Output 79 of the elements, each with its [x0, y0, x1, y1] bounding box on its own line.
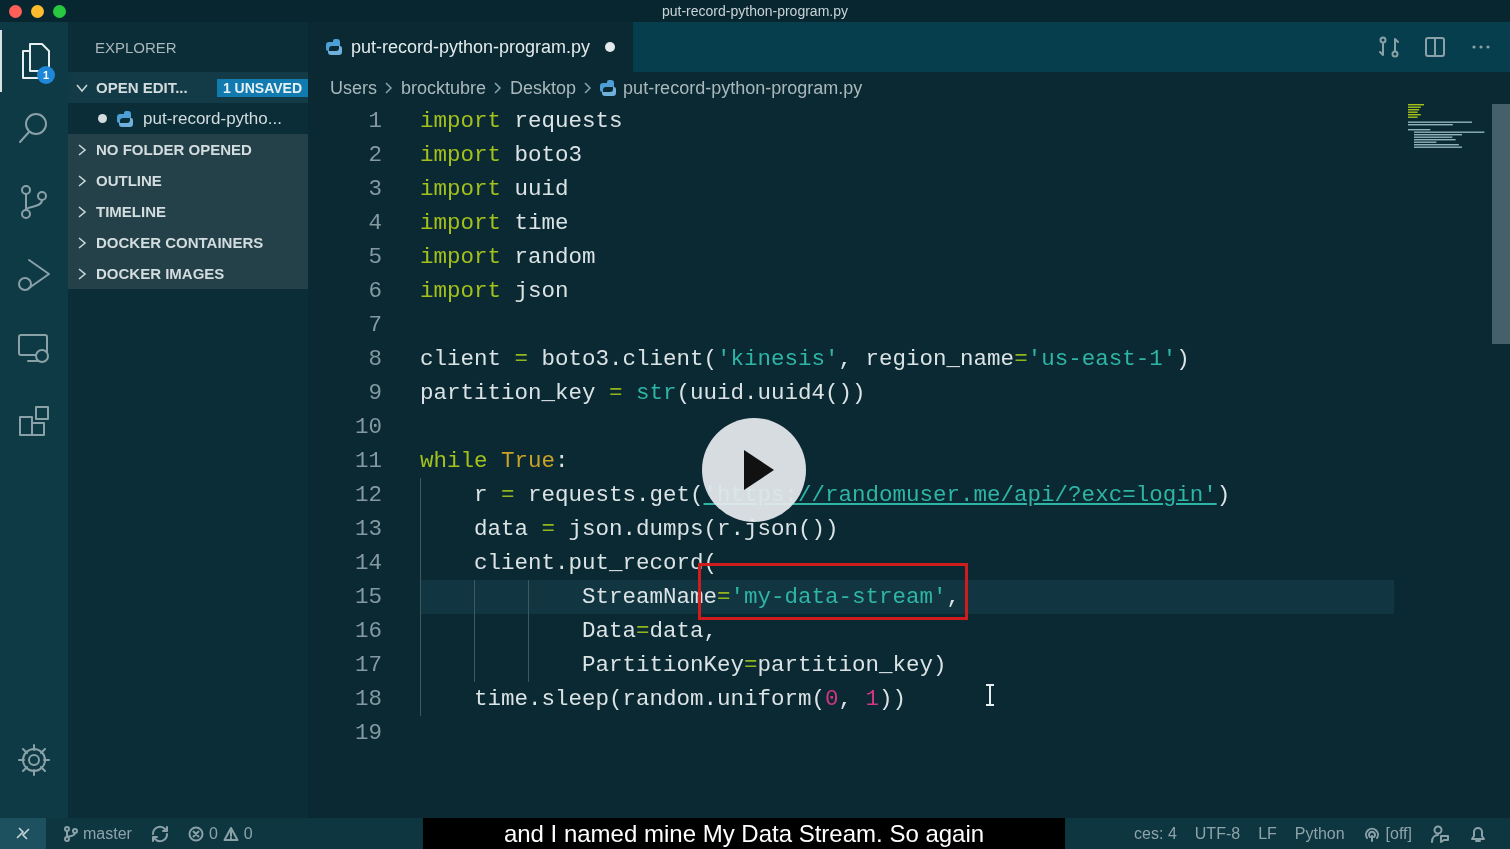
code-line: PartitionKey=partition_key) — [582, 652, 947, 678]
run-debug-icon[interactable] — [16, 256, 52, 293]
window-control-button[interactable] — [9, 4, 22, 18]
line-number: 5 — [367, 244, 382, 270]
error-icon — [187, 825, 204, 842]
code-line: import json — [420, 278, 569, 304]
code-line: client.put_record( — [474, 550, 718, 576]
breadcrumb-item[interactable]: put-record-python-program.py — [623, 77, 863, 99]
line-number: 2 — [367, 142, 382, 168]
chevron-right-icon — [384, 81, 394, 95]
code-line: import time — [420, 210, 569, 236]
line-number: 10 — [354, 414, 382, 440]
line-number: 17 — [354, 652, 382, 678]
code-line: import requests — [420, 108, 623, 134]
line-number: 18 — [354, 686, 382, 712]
split-editor-icon[interactable] — [1424, 36, 1446, 58]
code-line: client = boto3.client('kinesis', region_name='us-east-1') — [420, 346, 1190, 372]
section-title: TIMELINE — [96, 203, 166, 220]
window-control-button[interactable] — [31, 4, 44, 18]
line-number: 13 — [354, 516, 382, 542]
settings-icon[interactable] — [16, 741, 52, 778]
code-line: import random — [420, 244, 596, 270]
python-file-icon — [117, 109, 133, 128]
section-header[interactable]: OPEN EDIT... 1 UNSAVED — [68, 72, 308, 103]
text-cursor-icon — [984, 684, 996, 706]
code-line: import boto3 — [420, 142, 583, 168]
explorer-title: EXPLORER — [95, 38, 177, 56]
breadcrumb-item[interactable]: brocktubre — [401, 77, 487, 99]
notification-badge: 1 — [37, 66, 55, 84]
breadcrumb-item[interactable]: Desktop — [510, 77, 577, 99]
remote-icon[interactable] — [0, 818, 46, 849]
editor-tab[interactable]: put-record-python-program.py — [308, 22, 634, 72]
line-number: 14 — [354, 550, 382, 576]
section-title: DOCKER IMAGES — [96, 265, 225, 282]
code-line: import uuid — [420, 176, 569, 202]
line-number: 8 — [367, 346, 382, 372]
python-file-icon — [600, 79, 617, 97]
status-item[interactable]: Python — [1294, 824, 1345, 843]
line-number: 16 — [354, 618, 382, 644]
feedback-icon[interactable] — [1430, 823, 1450, 844]
subtitle-caption: and I named mine My Data Stream. So again — [423, 818, 1065, 849]
code-line: Data=data, — [582, 618, 718, 644]
breadcrumb-item[interactable]: Users — [330, 77, 377, 99]
status-item[interactable]: LF — [1258, 824, 1277, 843]
problems-button[interactable]: 0 0 — [187, 824, 253, 843]
section-title: OPEN EDIT... — [96, 79, 188, 96]
line-number: 1 — [367, 108, 382, 134]
status-item[interactable]: UTF-8 — [1194, 824, 1241, 843]
code-line: while True: — [420, 448, 569, 474]
window-title: put-record-python-program.py — [662, 3, 848, 19]
branch-icon — [64, 825, 78, 842]
warning-icon — [222, 825, 239, 842]
broadcast-icon — [1362, 825, 1381, 842]
chevron-right-icon — [583, 81, 594, 95]
sync-icon[interactable] — [149, 823, 170, 844]
status-item[interactable]: ces: 4 — [1134, 824, 1177, 843]
window-control-button[interactable] — [53, 4, 66, 18]
live-share-button[interactable]: [off] — [1362, 824, 1412, 843]
line-number: 6 — [367, 278, 382, 304]
line-number: 4 — [367, 210, 382, 236]
line-number: 9 — [367, 380, 382, 406]
chevron-right-icon — [493, 81, 504, 95]
unsaved-badge: 1 UNSAVED — [216, 78, 308, 97]
code-line: data = json.dumps(r.json()) — [474, 516, 839, 542]
code-line: time.sleep(random.uniform(0, 1)) — [474, 686, 907, 712]
line-number: 19 — [354, 720, 382, 746]
line-number: 11 — [354, 448, 382, 474]
python-file-icon — [326, 38, 342, 56]
line-number: 12 — [354, 482, 382, 508]
code-line: partition_key = str(uuid.uuid4()) — [420, 380, 866, 406]
scrollbar[interactable] — [1492, 104, 1510, 344]
line-number: 15 — [354, 584, 382, 610]
branch-button[interactable]: master — [64, 824, 132, 843]
section-title: DOCKER CONTAINERS — [96, 234, 264, 251]
section-title: NO FOLDER OPENED — [96, 141, 252, 158]
line-number: 3 — [367, 176, 382, 202]
line-number: 7 — [367, 312, 382, 338]
compare-changes-icon[interactable] — [1378, 36, 1400, 58]
section-title: OUTLINE — [96, 172, 162, 189]
